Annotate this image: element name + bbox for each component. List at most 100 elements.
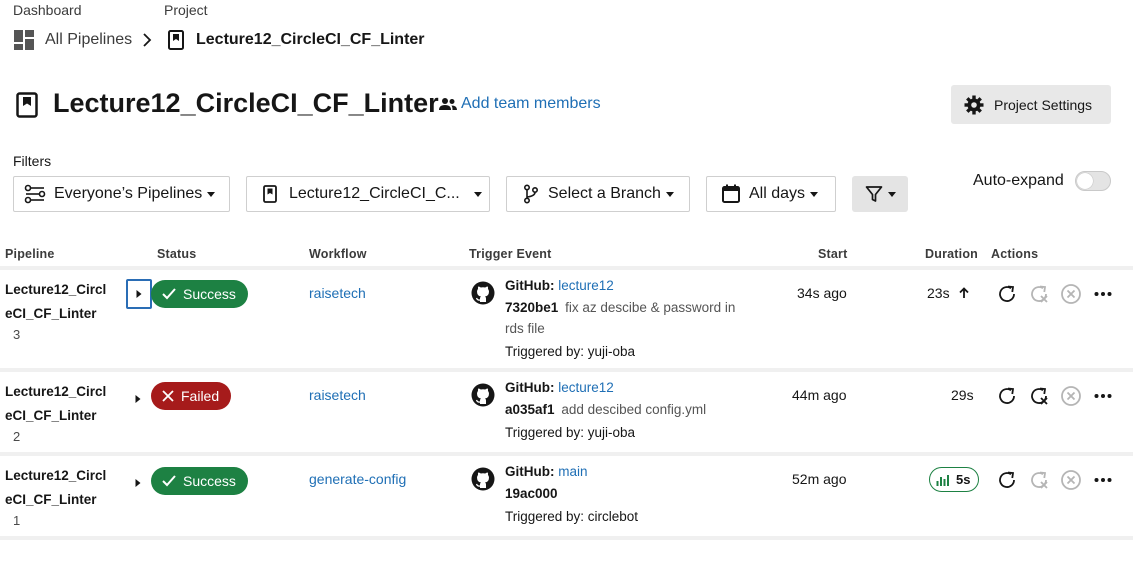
project-settings-button[interactable]: Project Settings: [951, 85, 1111, 124]
workflow-link[interactable]: generate-config: [309, 471, 406, 487]
funnel-icon: [865, 185, 883, 203]
pipeline-number: 1: [13, 513, 21, 528]
more-options-icon[interactable]: [1094, 393, 1112, 399]
checkmark-icon: [162, 288, 176, 300]
rerun-icon[interactable]: [996, 283, 1018, 305]
expand-row-button[interactable]: [134, 475, 142, 493]
caret-down-icon: [473, 191, 482, 197]
trigger-provider: GitHub:: [505, 278, 555, 293]
column-header-workflow: Workflow: [309, 247, 367, 261]
trigger-provider: GitHub:: [505, 464, 555, 479]
pipeline-number: 2: [13, 429, 21, 444]
commit-hash[interactable]: 7320be1: [505, 300, 558, 315]
caret-down-icon: [887, 191, 896, 197]
workflow-link[interactable]: raisetech: [309, 285, 366, 301]
pipelines-icon: [24, 184, 46, 204]
triggered-by: Triggered by: circlebot: [505, 509, 639, 524]
pipeline-name[interactable]: Lecture12_Circl eCI_CF_Linter: [5, 464, 106, 512]
toggle-knob: [1077, 173, 1093, 189]
pipeline-name[interactable]: Lecture12_Circl eCI_CF_Linter: [5, 278, 106, 326]
more-options-icon[interactable]: [1094, 477, 1112, 483]
commit-hash[interactable]: 19ac000: [505, 486, 558, 501]
github-icon: [471, 281, 495, 310]
rerun-failed-icon[interactable]: [1028, 283, 1050, 305]
row-separator: [0, 266, 1133, 270]
rerun-icon[interactable]: [996, 469, 1018, 491]
filter-options-button[interactable]: [852, 176, 908, 212]
days-filter-dropdown[interactable]: All days: [706, 176, 836, 212]
filters-label: Filters: [13, 153, 52, 169]
branch-link[interactable]: lecture12: [558, 380, 614, 395]
project-filter-value: Lecture12_CircleCI_C...: [289, 185, 460, 202]
row-actions: [996, 283, 1112, 305]
caret-right-icon: [135, 395, 141, 403]
more-options-icon[interactable]: [1094, 291, 1112, 297]
expand-row-button[interactable]: [126, 279, 152, 309]
status-badge[interactable]: Success: [151, 467, 248, 495]
pipeline-name-line2: eCI_CF_Linter: [5, 306, 97, 321]
github-icon: [471, 383, 495, 412]
branch-link[interactable]: lecture12: [558, 278, 614, 293]
workflow-link[interactable]: raisetech: [309, 387, 366, 403]
status-label: Success: [183, 473, 236, 489]
commit-info: 19ac000: [505, 486, 558, 501]
breadcrumb-dashboard-label: Dashboard: [13, 2, 82, 18]
add-team-members-label: Add team members: [461, 95, 601, 112]
rerun-failed-icon[interactable]: [1028, 385, 1050, 407]
breadcrumb-project[interactable]: Lecture12_CircleCI_CF_Linter: [168, 29, 425, 51]
pipeline-name-line2: eCI_CF_Linter: [5, 492, 97, 507]
close-icon: [162, 390, 174, 402]
rerun-failed-icon[interactable]: [1028, 469, 1050, 491]
caret-down-icon: [810, 191, 819, 197]
pipeline-name-line1: Lecture12_Circl: [5, 468, 107, 483]
commit-hash[interactable]: a035af1: [505, 402, 555, 417]
rerun-icon[interactable]: [996, 385, 1018, 407]
triggered-by: Triggered by: yuji-oba: [505, 425, 636, 440]
row-separator: [0, 536, 1133, 540]
commit-message: fix az descibe & password in: [565, 300, 736, 315]
pipeline-name[interactable]: Lecture12_Circl eCI_CF_Linter: [5, 380, 106, 428]
project-filter-dropdown[interactable]: Lecture12_CircleCI_C...: [246, 176, 490, 212]
bar-chart-icon: [936, 474, 949, 486]
column-header-pipeline: Pipeline: [5, 247, 55, 261]
duration-insights-badge[interactable]: 5s: [929, 467, 980, 492]
branch-filter-dropdown[interactable]: Select a Branch: [506, 176, 690, 212]
status-label: Failed: [181, 388, 220, 404]
column-header-status: Status: [157, 247, 197, 261]
branch-filter-value: Select a Branch: [548, 185, 661, 202]
breadcrumb-project-name: Lecture12_CircleCI_CF_Linter: [196, 31, 425, 48]
triggered-by: Triggered by: yuji-oba: [505, 344, 636, 359]
column-header-actions: Actions: [991, 247, 1039, 261]
expand-row-button[interactable]: [134, 391, 142, 409]
pipeline-name-line1: Lecture12_Circl: [5, 282, 107, 297]
caret-right-icon: [135, 479, 141, 487]
add-team-members-link[interactable]: Add team members: [439, 94, 601, 114]
team-members-icon: [439, 97, 457, 111]
trigger-provider: GitHub:: [505, 380, 555, 395]
pipelines-filter-dropdown[interactable]: Everyone’s Pipelines: [13, 176, 230, 212]
commit-info: a035af1 add descibed config.yml: [505, 402, 706, 417]
row-actions: [996, 469, 1112, 491]
caret-down-icon: [207, 191, 216, 197]
breadcrumb-all-pipelines[interactable]: All Pipelines: [13, 29, 132, 51]
cancel-icon[interactable]: [1060, 385, 1082, 407]
start-time: 44m ago: [792, 387, 847, 403]
cancel-icon[interactable]: [1060, 283, 1082, 305]
pipeline-name-line1: Lecture12_Circl: [5, 384, 107, 399]
calendar-icon: [721, 184, 741, 204]
pipelines-filter-value: Everyone’s Pipelines: [54, 185, 203, 202]
auto-expand-label: Auto-expand: [973, 172, 1064, 189]
start-time: 52m ago: [792, 471, 847, 487]
row-separator: [0, 368, 1133, 372]
status-badge[interactable]: Success: [151, 280, 248, 308]
cancel-icon[interactable]: [1060, 469, 1082, 491]
project-bookmark-icon: [263, 185, 277, 203]
chevron-right-icon: [141, 31, 153, 54]
duration: 23s: [927, 285, 970, 301]
branch-link[interactable]: main: [558, 464, 587, 479]
days-filter-value: All days: [749, 185, 806, 202]
commit-info: 7320be1 fix az descibe & password in: [505, 300, 735, 315]
commit-message-continued: rds file: [505, 321, 545, 336]
auto-expand-toggle[interactable]: [1075, 171, 1111, 191]
status-badge[interactable]: Failed: [151, 382, 232, 410]
